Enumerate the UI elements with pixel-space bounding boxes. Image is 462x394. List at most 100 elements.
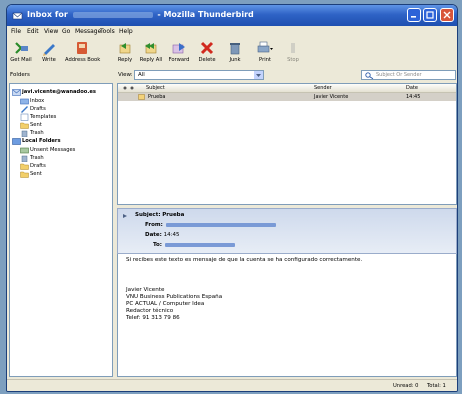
folder-account-label: javi.vicente@wanadoo.es: [22, 89, 96, 95]
unread-count: Unread: 0: [393, 383, 419, 389]
folder-icon: [20, 171, 29, 178]
menu-edit[interactable]: Edit: [27, 28, 39, 35]
body-line: VNU Business Publications España: [126, 294, 223, 300]
filter-bar: Folders View: All Subject Or Sender: [7, 69, 457, 83]
maximize-button[interactable]: [423, 8, 437, 22]
message-body: Si recibes este texto es mensaje de que …: [117, 254, 457, 377]
thread-column-icons[interactable]: [122, 85, 136, 93]
trash-icon: [21, 155, 28, 162]
forward-button[interactable]: Forward: [165, 40, 193, 68]
printer-icon: [257, 41, 273, 53]
folder-local-drafts-label: Drafts: [30, 163, 46, 169]
thunderbird-app-icon: [12, 12, 23, 20]
close-icon: [443, 11, 451, 19]
minimize-button[interactable]: [407, 8, 421, 22]
view-label: View:: [118, 72, 133, 78]
date-value: 14:45: [163, 232, 180, 238]
thunderbird-window: Inbox for - Mozilla Thunderbird File Edi…: [6, 4, 458, 392]
thread-header: Subject Sender Date: [118, 84, 456, 93]
reply-icon: [119, 43, 131, 54]
write-button[interactable]: Write: [35, 40, 63, 68]
account-icon: [12, 89, 21, 96]
stop-button[interactable]: Stop: [279, 40, 307, 68]
thread-pane: Subject Sender Date Prueba Javier Vicent…: [117, 83, 457, 205]
junk-label: Junk: [229, 57, 241, 63]
folder-templates-label: Templates: [30, 114, 57, 120]
search-input[interactable]: Subject Or Sender: [361, 70, 456, 80]
to-label: To:: [153, 242, 162, 248]
reply-all-button[interactable]: Reply All: [137, 40, 165, 68]
collapse-twisty-icon[interactable]: [122, 213, 128, 219]
column-subject[interactable]: Subject: [146, 85, 165, 91]
body-line: PC ACTUAL / Computer Idea: [126, 301, 205, 307]
write-label: Write: [42, 57, 56, 63]
to-address[interactable]: [165, 242, 235, 247]
folder-sent-label: Sent: [30, 122, 42, 128]
date-label: Date:: [145, 232, 162, 238]
reply-all-label: Reply All: [139, 57, 163, 63]
unsent-icon: [20, 147, 29, 154]
column-sender[interactable]: Sender: [314, 85, 332, 91]
window-title-left: Inbox for: [27, 10, 68, 19]
delete-x-icon: [200, 41, 214, 55]
forward-icon: [172, 43, 185, 54]
folder-trash-label: Trash: [30, 130, 44, 136]
menu-message[interactable]: Message: [75, 28, 101, 35]
junk-button[interactable]: Junk: [221, 40, 249, 68]
folder-pane: javi.vicente@wanadoo.es Inbox Drafts Tem…: [9, 83, 113, 377]
search-icon: [365, 72, 374, 79]
menu-tools[interactable]: Tools: [100, 28, 115, 35]
forward-label: Forward: [168, 57, 190, 63]
menu-go[interactable]: Go: [62, 28, 70, 35]
menu-help[interactable]: Help: [119, 28, 133, 35]
reply-label: Reply: [117, 57, 133, 63]
message-header: Subject: Prueba From: Date: 14:45 To:: [117, 208, 457, 254]
address-book-icon: [77, 42, 87, 54]
trash-icon: [21, 130, 28, 137]
stop-label: Stop: [287, 57, 299, 63]
message-envelope-icon: [138, 94, 145, 100]
body-line: Si recibes este texto es mensaje de que …: [126, 257, 363, 263]
subject-label: Subject:: [135, 212, 161, 218]
close-button[interactable]: [440, 8, 454, 22]
print-button[interactable]: Print: [251, 40, 279, 68]
junk-bin-icon: [230, 43, 240, 55]
body-line: Javier Vicente: [126, 287, 165, 293]
inbox-icon: [20, 98, 29, 105]
address-book-label: Address Book: [65, 57, 101, 63]
write-pencil-icon: [43, 44, 55, 56]
subject-value: Prueba: [162, 212, 185, 218]
stop-icon: [291, 43, 295, 53]
delete-button[interactable]: Delete: [193, 40, 221, 68]
row-sender: Javier Vicente: [314, 94, 349, 100]
window-title-right: - Mozilla Thunderbird: [157, 10, 254, 19]
folder-local-trash-label: Trash: [30, 155, 44, 161]
row-date: 14:45: [406, 94, 421, 100]
window-title: Inbox for - Mozilla Thunderbird: [27, 10, 254, 19]
menu-file[interactable]: File: [11, 28, 21, 35]
print-label: Print: [259, 57, 271, 63]
body-line: Telef: 91 313 79 86: [126, 315, 180, 321]
address-book-button[interactable]: Address Book: [65, 40, 101, 68]
menu-view[interactable]: View: [44, 28, 58, 35]
from-label: From:: [145, 222, 163, 228]
main-toolbar: Get Mail Write Address Book Reply Reply …: [7, 38, 457, 70]
view-select[interactable]: All: [134, 70, 264, 80]
from-address[interactable]: [165, 222, 276, 227]
reply-button[interactable]: Reply: [111, 40, 139, 68]
folder-unsent-label: Unsent Messages: [30, 147, 76, 153]
local-folders-icon: [12, 138, 21, 145]
redacted-account: [72, 11, 153, 18]
body-line: Redactor técnico: [126, 308, 174, 314]
column-date[interactable]: Date: [406, 85, 418, 91]
folder-local-label: Local Folders: [22, 138, 61, 144]
get-mail-label: Get Mail: [10, 57, 32, 63]
folder-icon: [20, 163, 29, 170]
thread-icon: [123, 86, 134, 90]
maximize-icon: [426, 11, 434, 19]
table-row[interactable]: Prueba Javier Vicente 14:45: [118, 93, 456, 101]
title-bar[interactable]: Inbox for - Mozilla Thunderbird: [7, 5, 457, 26]
row-subject: Prueba: [148, 94, 166, 100]
get-mail-icon: [15, 42, 28, 54]
get-mail-button[interactable]: Get Mail: [7, 40, 35, 68]
